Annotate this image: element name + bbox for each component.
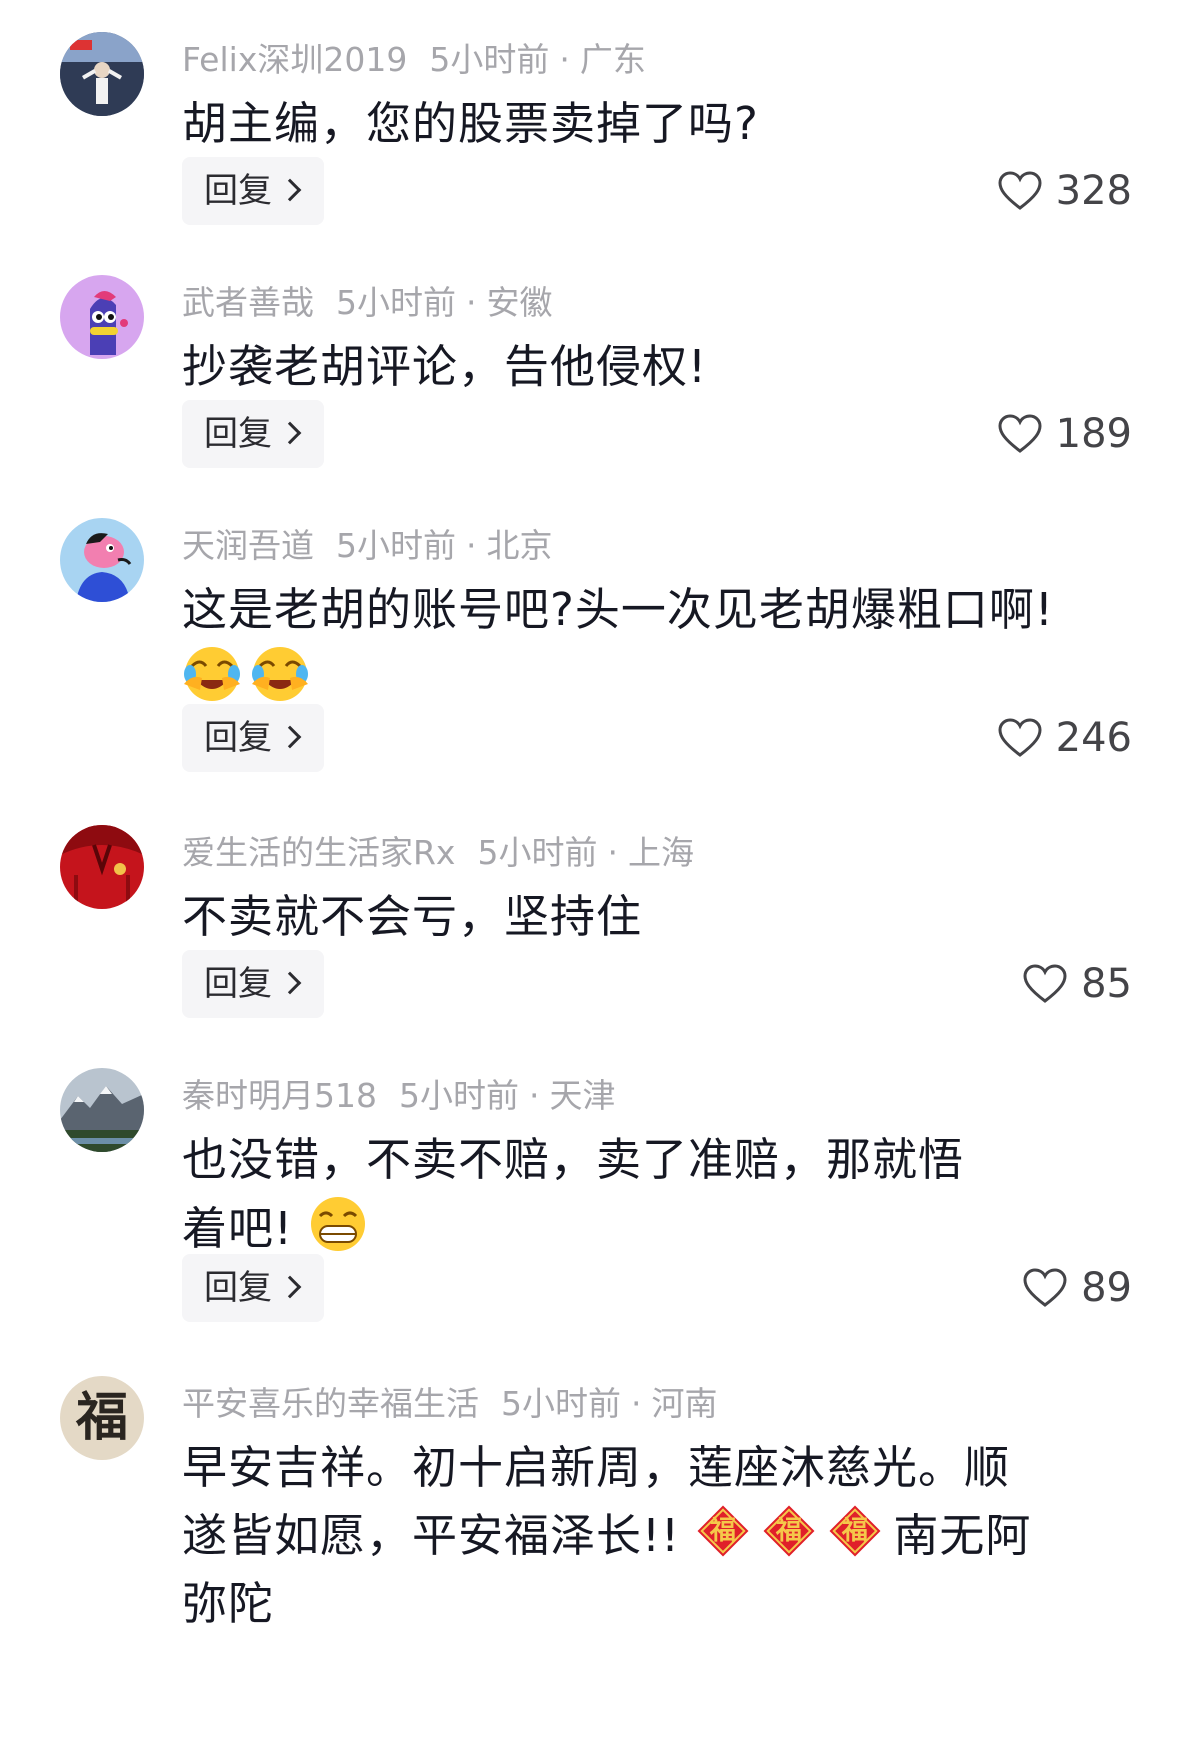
grin-emoji-icon	[311, 1197, 366, 1251]
comment-meta: 武者善哉 5小时前 · 安徽	[182, 281, 553, 325]
comment-text-content: 也没错，不卖不赔，卖了准赔，那就悟着吧!	[182, 1133, 965, 1255]
username[interactable]: 天润吾道	[182, 526, 314, 565]
location: 广东	[579, 40, 646, 79]
fu-emoji-icon: 福	[827, 1503, 883, 1559]
separator-dot: ·	[466, 526, 477, 565]
separator-dot: ·	[559, 40, 570, 79]
separator-dot: ·	[607, 833, 618, 872]
timestamp: 5小时前	[336, 526, 456, 565]
like-count: 246	[1055, 715, 1132, 761]
username[interactable]: 平安喜乐的幸福生活	[182, 1384, 479, 1423]
reply-button[interactable]: 回复	[182, 950, 324, 1018]
like-button[interactable]: 328	[998, 157, 1132, 225]
comment-text: 不卖就不会亏，坚持住	[182, 890, 643, 943]
chevron-right-icon	[278, 1275, 302, 1299]
timestamp: 5小时前	[477, 833, 598, 872]
chevron-right-icon	[278, 971, 302, 995]
chevron-right-icon	[278, 178, 302, 202]
like-count: 89	[1081, 1265, 1132, 1311]
reply-label: 回复	[204, 964, 272, 1004]
avatar[interactable]	[60, 825, 144, 909]
like-count: 85	[1081, 961, 1132, 1007]
separator-dot: ·	[631, 1384, 642, 1423]
fu-emoji-icon: 福	[695, 1503, 751, 1559]
comment-meta: 秦时明月518 5小时前 · 天津	[182, 1074, 616, 1118]
reply-button[interactable]: 回复	[182, 704, 324, 772]
username[interactable]: 爱生活的生活家Rx	[182, 833, 455, 872]
timestamp: 5小时前	[501, 1384, 621, 1423]
heart-icon	[998, 414, 1042, 453]
location: 北京	[486, 526, 553, 565]
like-count: 328	[1055, 168, 1132, 214]
comment-meta: Felix深圳2019 5小时前 · 广东	[182, 38, 646, 82]
like-button[interactable]: 246	[998, 704, 1132, 772]
comment-text: 早安吉祥。初十启新周，莲座沐慈光。顺遂皆如愿，平安福泽长!! 福 福 福 南无阿…	[182, 1434, 1032, 1638]
heart-icon	[998, 171, 1042, 210]
username[interactable]: 秦时明月518	[182, 1076, 377, 1115]
avatar[interactable]	[60, 275, 144, 359]
comment-text: 抄袭老胡评论，告他侵权!	[182, 340, 708, 393]
like-button[interactable]: 89	[1023, 1254, 1132, 1322]
comment-text: 也没错，不卖不赔，卖了准赔，那就悟着吧!	[182, 1126, 982, 1263]
laugh-cry-emoji-icon	[184, 647, 240, 701]
heart-icon	[1023, 1268, 1067, 1307]
avatar-fu-char: 福	[75, 1387, 128, 1448]
reply-label: 回复	[204, 171, 272, 211]
chevron-right-icon	[278, 421, 302, 445]
comment-text: 这是老胡的账号吧?头一次见老胡爆粗口啊!	[182, 576, 1142, 713]
reply-button[interactable]: 回复	[182, 1254, 324, 1322]
heart-icon	[998, 718, 1042, 757]
comment-text-content: 早安吉祥。初十启新周，莲座沐慈光。顺遂皆如愿，平安福泽长!!	[182, 1441, 1011, 1562]
like-count: 189	[1055, 411, 1132, 457]
reply-label: 回复	[204, 1268, 272, 1308]
reply-button[interactable]: 回复	[182, 157, 324, 225]
heart-icon	[1023, 964, 1067, 1003]
like-button[interactable]: 189	[998, 400, 1132, 468]
separator-dot: ·	[466, 283, 477, 322]
avatar[interactable]	[60, 1068, 144, 1152]
reply-button[interactable]: 回复	[182, 400, 324, 468]
avatar[interactable]	[60, 518, 144, 602]
username[interactable]: Felix深圳2019	[182, 40, 407, 79]
location: 安徽	[486, 283, 553, 322]
location: 上海	[627, 833, 694, 872]
avatar[interactable]	[60, 32, 144, 116]
location: 天津	[549, 1076, 616, 1115]
timestamp: 5小时前	[399, 1076, 519, 1115]
reply-label: 回复	[204, 414, 272, 454]
comment-meta: 爱生活的生活家Rx 5小时前 · 上海	[182, 831, 694, 875]
avatar[interactable]: 福	[60, 1376, 144, 1460]
comment-meta: 天润吾道 5小时前 · 北京	[182, 524, 553, 568]
comment-text-content: 这是老胡的账号吧?头一次见老胡爆粗口啊!	[182, 583, 1054, 636]
separator-dot: ·	[529, 1076, 540, 1115]
fu-emoji-icon: 福	[761, 1503, 817, 1559]
laugh-cry-emoji-icon	[252, 647, 308, 701]
timestamp: 5小时前	[336, 283, 456, 322]
timestamp: 5小时前	[429, 40, 550, 79]
reply-label: 回复	[204, 718, 272, 758]
username[interactable]: 武者善哉	[182, 283, 314, 322]
chevron-right-icon	[278, 725, 302, 749]
comment-text: 胡主编，您的股票卖掉了吗?	[182, 97, 759, 150]
location: 河南	[651, 1384, 718, 1423]
like-button[interactable]: 85	[1023, 950, 1132, 1018]
comment-meta: 平安喜乐的幸福生活 5小时前 · 河南	[182, 1382, 718, 1426]
